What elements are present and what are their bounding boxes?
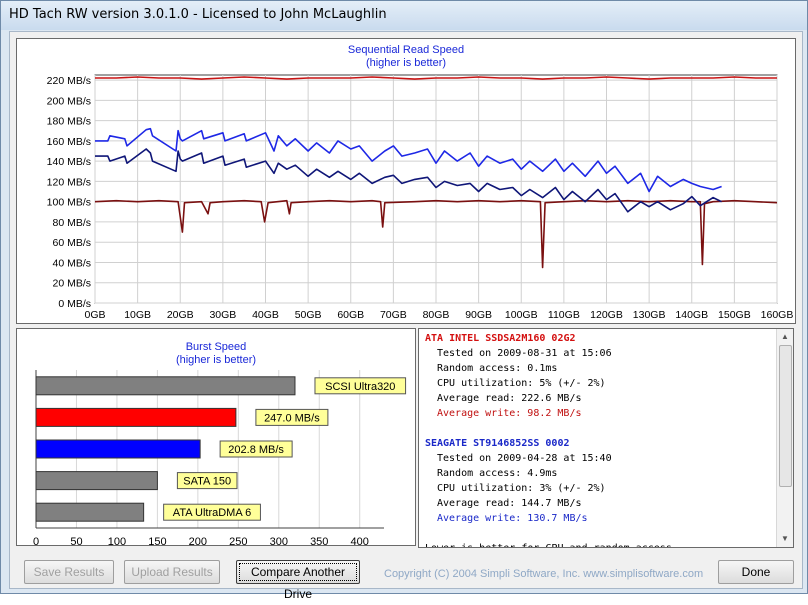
sequential-read-panel: Sequential Read Speed (higher is better)… — [16, 38, 796, 324]
burst-speed-chart: 0 50 100 150 200 250 300 350 400 SCSI Ultra320 247… — [33, 370, 407, 548]
result-line: Tested on 2009-08-31 at 15:06 — [437, 348, 612, 359]
x-tick-label: 150GB — [718, 309, 751, 321]
result-line: Average write: 130.7 MB/s — [437, 513, 588, 524]
burst-x-tick-label: 0 — [33, 536, 39, 548]
result-line: Random access: 4.9ms — [437, 468, 558, 479]
y-tick-label: 120 MB/s — [47, 176, 91, 188]
burst-x-tick-label: 150 — [148, 536, 166, 548]
burst-x-tick-label: 100 — [108, 536, 126, 548]
y-tick-label: 40 MB/s — [52, 257, 91, 269]
title-bar[interactable]: HD Tach RW version 3.0.1.0 - Licensed to… — [1, 1, 807, 30]
result-line: Average read: 222.6 MB/s — [437, 393, 582, 404]
result-drive-title: ATA INTEL SSDSA2M160 02G2 — [425, 333, 576, 344]
x-tick-label: 80GB — [423, 309, 450, 321]
burst-x-tick-label: 50 — [70, 536, 82, 548]
x-tick-label: 10GB — [124, 309, 151, 321]
burst-label: ATA UltraDMA 6 — [173, 507, 251, 519]
scroll-up-icon[interactable]: ▲ — [779, 331, 791, 343]
burst-x-tick-label: 200 — [189, 536, 207, 548]
save-results-button[interactable]: Save Results — [24, 560, 114, 584]
result-line: Average read: 144.7 MB/s — [437, 498, 582, 509]
burst-label: SCSI Ultra320 — [325, 381, 395, 393]
x-tick-label: 20GB — [167, 309, 194, 321]
x-tick-label: 100GB — [505, 309, 538, 321]
results-footer: Lower is better for CPU and random acces… — [425, 541, 771, 547]
x-tick-label: 40GB — [252, 309, 279, 321]
burst-x-tick-label: 300 — [270, 536, 288, 548]
result-line: Average write: 98.2 MB/s — [437, 408, 582, 419]
compare-another-drive-button[interactable]: Compare Another Drive — [236, 560, 360, 601]
y-tick-label: 200 MB/s — [47, 95, 91, 107]
x-tick-label: 60GB — [337, 309, 364, 321]
x-tick-label: 30GB — [209, 309, 236, 321]
x-tick-label: 50GB — [295, 309, 322, 321]
x-tick-label: 130GB — [633, 309, 666, 321]
results-text: ATA INTEL SSDSA2M160 02G2 Tested on 2009-… — [425, 331, 771, 547]
y-tick-label: 140 MB/s — [47, 156, 91, 168]
scroll-thumb[interactable] — [779, 345, 792, 487]
burst-x-tick-label: 350 — [310, 536, 328, 548]
x-tick-label: 110GB — [548, 309, 580, 321]
burst-bar-3 — [35, 471, 158, 491]
result-line: CPU utilization: 3% (+/- 2%) — [437, 483, 606, 494]
client-area: Sequential Read Speed (higher is better)… — [9, 31, 803, 601]
app-window: HD Tach RW version 3.0.1.0 - Licensed to… — [0, 0, 808, 601]
x-tick-label: 160GB — [761, 309, 794, 321]
burst-x-tick-label: 400 — [351, 536, 369, 548]
result-line: CPU utilization: 5% (+/- 2%) — [437, 378, 606, 389]
y-tick-label: 60 MB/s — [52, 237, 91, 249]
x-tick-label: 140GB — [675, 309, 708, 321]
burst-label: SATA 150 — [183, 476, 231, 488]
burst-bar-2 — [35, 439, 201, 459]
burst-bar-4 — [35, 502, 145, 522]
window-title: HD Tach RW version 3.0.1.0 - Licensed to… — [9, 7, 387, 22]
results-scrollbar[interactable]: ▲ ▼ — [776, 329, 793, 547]
x-tick-label: 120GB — [590, 309, 623, 321]
burst-bar-0 — [35, 376, 296, 396]
copyright-text: Copyright (C) 2004 Simpli Software, Inc.… — [384, 568, 704, 580]
burst-x-tick-label: 250 — [229, 536, 247, 548]
burst-label: 202.8 MB/s — [228, 444, 284, 456]
result-line: Tested on 2009-04-28 at 15:40 — [437, 453, 612, 464]
x-tick-label: 70GB — [380, 309, 407, 321]
result-line: Random access: 0.1ms — [437, 363, 558, 374]
x-tick-label: 90GB — [465, 309, 492, 321]
y-tick-label: 80 MB/s — [52, 217, 91, 229]
results-panel[interactable]: ATA INTEL SSDSA2M160 02G2 Tested on 2009-… — [418, 328, 794, 548]
result-drive-title: SEAGATE ST9146852SS 0002 — [425, 438, 570, 449]
sequential-read-chart: 0 MB/s20 MB/s40 MB/s60 MB/s80 MB/s100 MB… — [47, 74, 794, 321]
y-tick-label: 20 MB/s — [52, 278, 91, 290]
x-tick-label: 0GB — [84, 309, 105, 321]
y-tick-label: 220 MB/s — [47, 75, 91, 87]
burst-bar-1 — [35, 407, 237, 427]
upload-results-button[interactable]: Upload Results — [124, 560, 220, 584]
y-tick-label: 100 MB/s — [47, 197, 91, 209]
y-tick-label: 160 MB/s — [47, 136, 91, 148]
y-tick-label: 180 MB/s — [47, 116, 91, 128]
burst-label: 247.0 MB/s — [264, 412, 320, 424]
scroll-down-icon[interactable]: ▼ — [779, 533, 791, 545]
done-button[interactable]: Done — [718, 560, 794, 584]
